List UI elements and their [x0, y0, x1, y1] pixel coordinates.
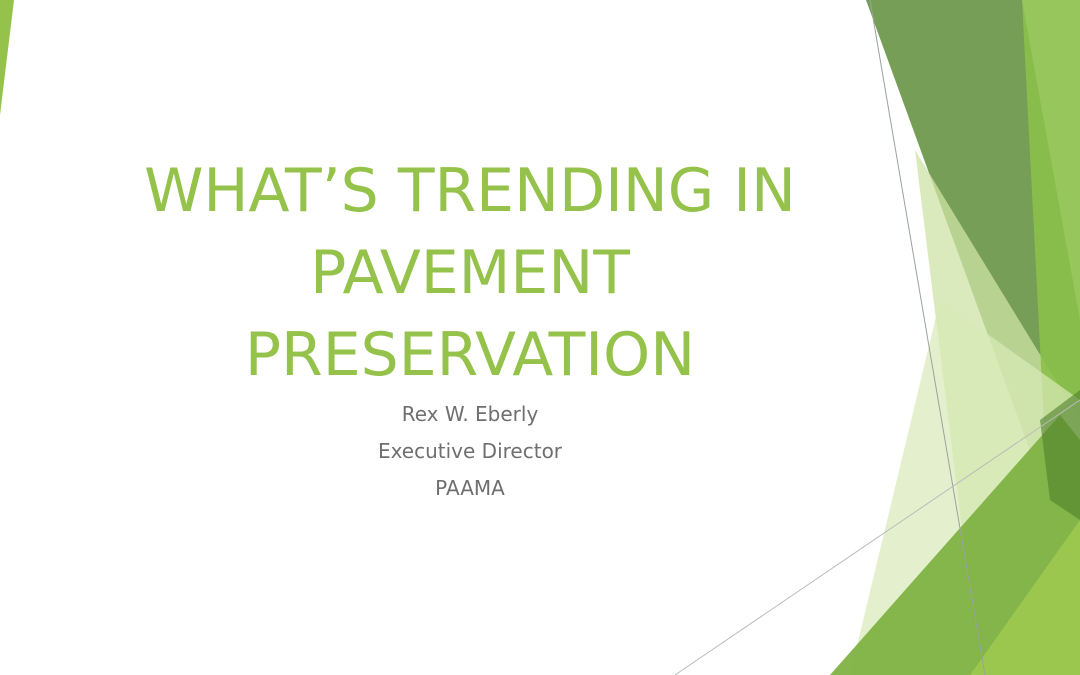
- title-line-1: WHAT’S TRENDING IN: [144, 156, 796, 226]
- title-slide: WHAT’S TRENDING IN PAVEMENT PRESERVATION…: [0, 0, 1080, 675]
- presenter-role: Executive Director: [377, 439, 563, 463]
- presenter-name: Rex W. Eberly: [401, 402, 539, 426]
- title-line-3: PRESERVATION: [244, 320, 696, 390]
- slide-subtitle: Rex W. Eberly Executive Director PAAMA: [270, 396, 670, 507]
- title-line-2: PAVEMENT: [310, 238, 630, 308]
- presenter-organization: PAAMA: [435, 476, 505, 500]
- slide-title: WHAT’S TRENDING IN PAVEMENT PRESERVATION: [110, 150, 830, 396]
- left-edge-sliver: [0, 0, 14, 115]
